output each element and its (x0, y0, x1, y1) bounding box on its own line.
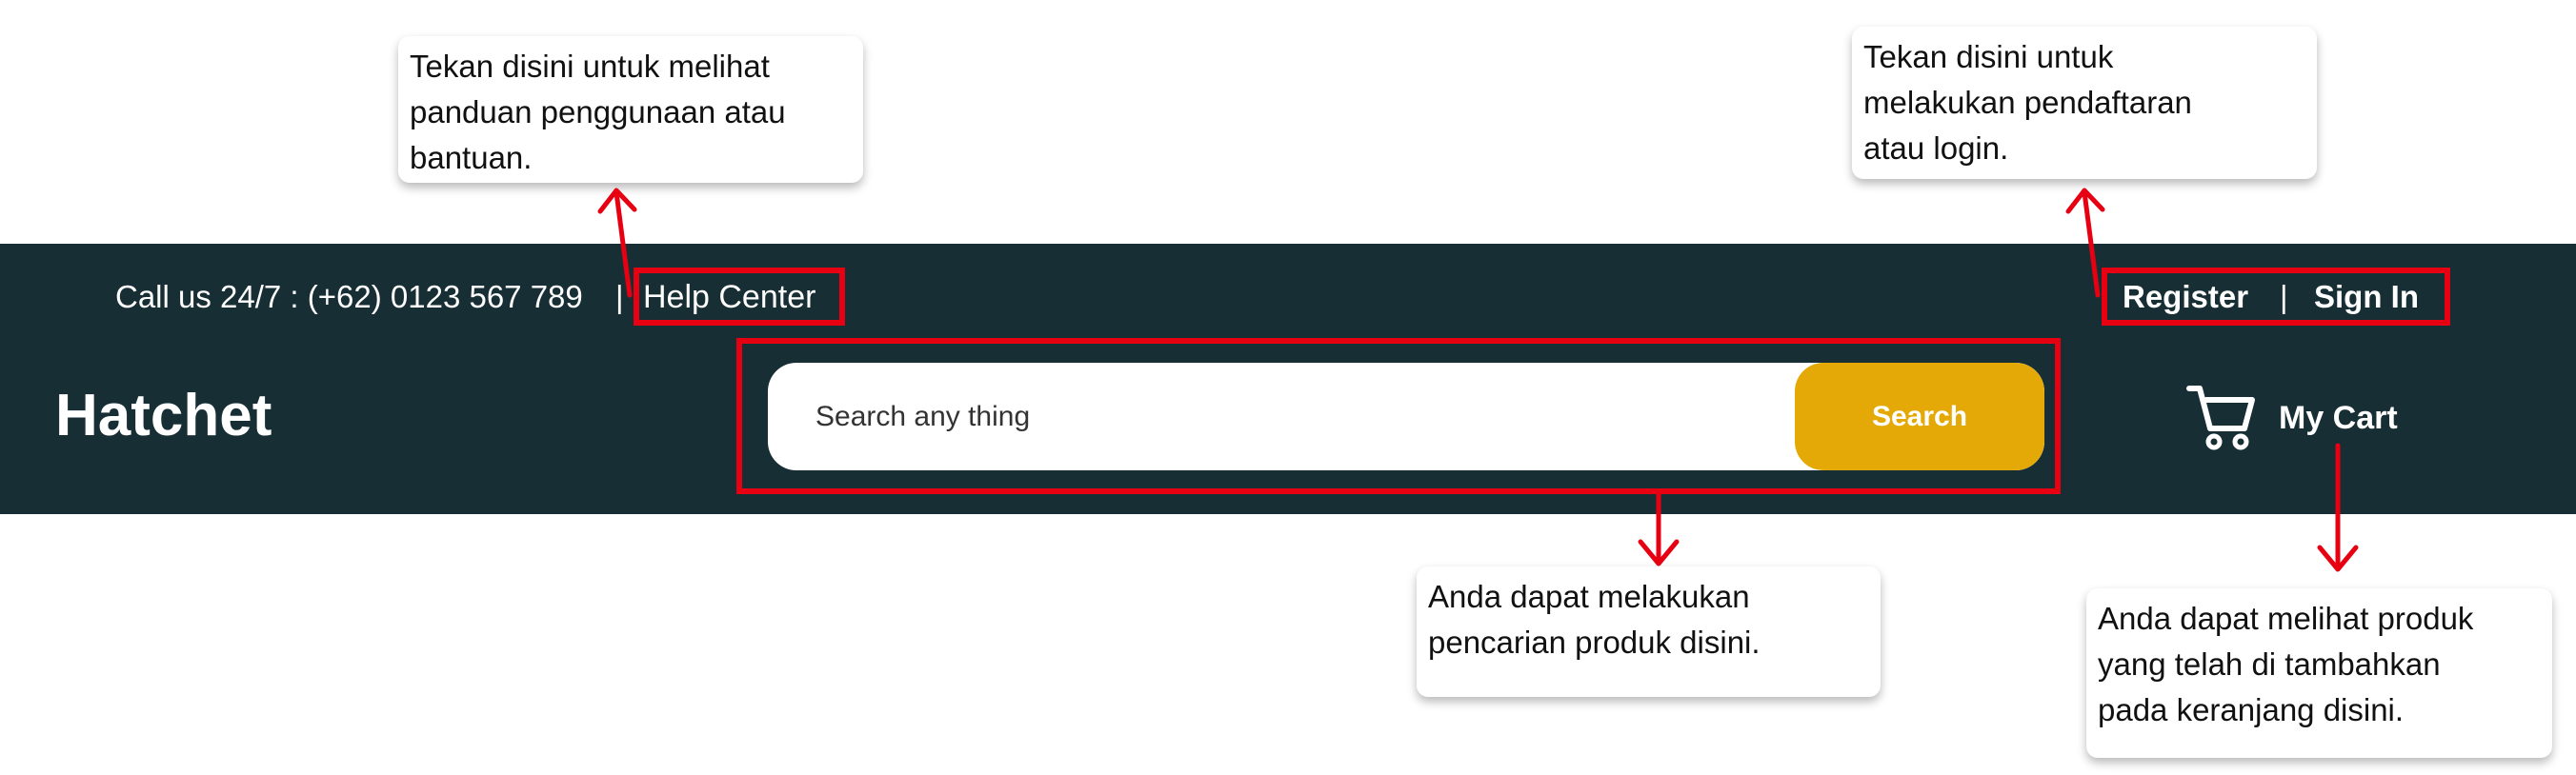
search-highlight (736, 338, 2061, 494)
search-arrow-head (1638, 539, 1680, 566)
topbar-separator: | (615, 279, 624, 314)
shopping-cart-icon (2186, 386, 2255, 450)
cart-callout: Anda dapat melihat produk yang telah di … (2086, 588, 2552, 758)
cart-arrow-head (2317, 545, 2359, 572)
call-us-text: Call us 24/7 : (+62) 0123 567 789 (115, 279, 583, 314)
search-callout: Anda dapat melakukan pencarian produk di… (1417, 566, 1881, 697)
annotated-header-screenshot: Call us 24/7 : (+62) 0123 567 789 | Help… (0, 0, 2576, 775)
auth-highlight (2102, 268, 2450, 326)
help-arrow-head (597, 188, 637, 214)
brand-logo[interactable]: Hatchet (55, 381, 272, 451)
my-cart-label: My Cart (2279, 400, 2398, 436)
help-center-highlight (634, 268, 845, 326)
auth-callout: Tekan disini untuk melakukan pendaftaran… (1852, 27, 2317, 179)
auth-arrow-head (2065, 188, 2105, 214)
help-center-callout: Tekan disini untuk melihat panduan pengg… (398, 36, 863, 183)
